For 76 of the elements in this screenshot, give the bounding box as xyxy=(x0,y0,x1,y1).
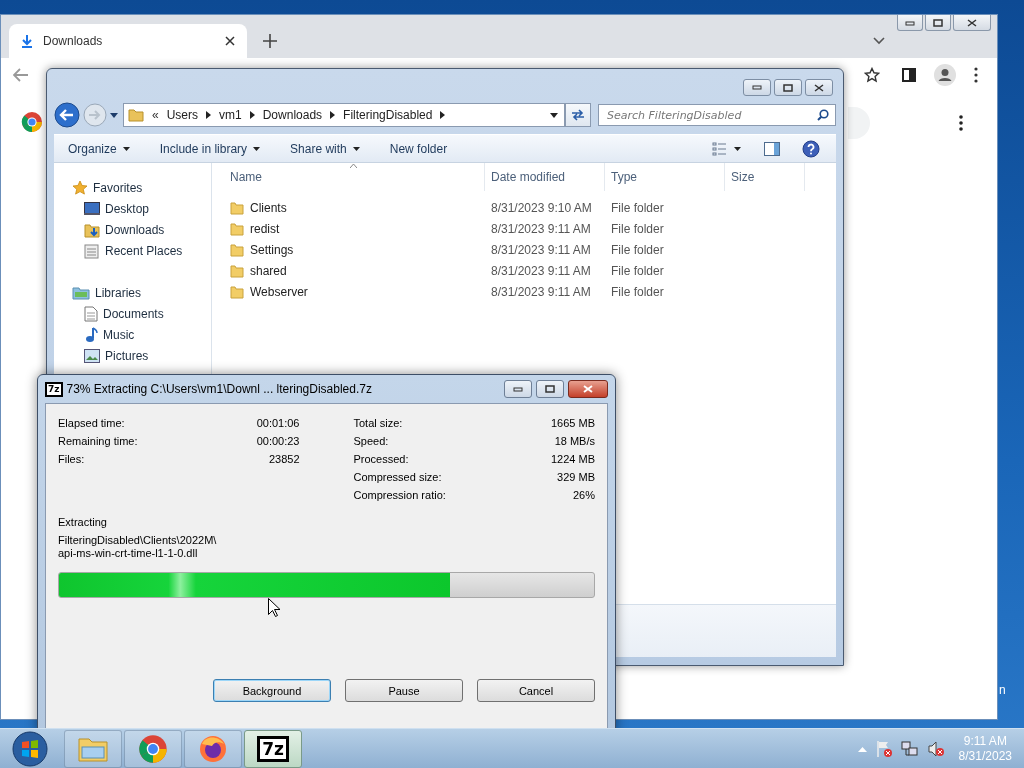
stat-label: Total size: xyxy=(353,416,403,430)
nav-item[interactable]: Downloads xyxy=(72,219,165,240)
file-path-line: FilteringDisabled\Clients\2022M\ xyxy=(58,534,217,547)
file-name[interactable]: redist xyxy=(250,221,280,236)
stat-label: Speed: xyxy=(353,434,389,448)
type-cell-text: File folder xyxy=(610,263,665,278)
nav-item-label: Music xyxy=(103,327,135,342)
column-header[interactable]: Name xyxy=(212,163,485,191)
nav-item-label: Pictures xyxy=(105,348,149,363)
breadcrumb-item[interactable]: FilteringDisabled xyxy=(343,108,433,122)
date-cell-text: 8/31/2023 9:10 AM xyxy=(490,200,593,215)
browser-tab[interactable]: Downloads xyxy=(9,24,247,58)
date-cell-text: 8/31/2023 9:11 AM xyxy=(490,284,592,299)
toolbar-button[interactable]: New folder xyxy=(385,139,452,158)
nav-item[interactable]: Pictures xyxy=(72,345,149,366)
address-bar[interactable]: « Users vm1 Downloads FilteringDisabled xyxy=(123,103,565,127)
nav-group-label: Libraries xyxy=(95,285,142,300)
column-header[interactable]: Size xyxy=(725,163,805,191)
breadcrumb-item[interactable]: Downloads xyxy=(262,108,323,122)
stat-value: 00:01:06 xyxy=(256,416,300,430)
tab-title: Downloads xyxy=(43,34,104,48)
nav-item[interactable]: Music xyxy=(72,324,135,345)
stat-value: 26% xyxy=(572,488,595,502)
nav-item[interactable]: Documents xyxy=(72,303,164,324)
stat-value: 00:00:23 xyxy=(256,434,300,448)
breadcrumb-item[interactable]: vm1 xyxy=(219,108,242,122)
dialog-button[interactable]: Cancel xyxy=(477,679,595,702)
file-name[interactable]: shared xyxy=(250,263,287,278)
status-label: Extracting xyxy=(58,516,107,528)
nav-item-label: Downloads xyxy=(105,222,165,237)
taskbar-button[interactable]: 7z xyxy=(244,729,302,768)
desktop-icon-label: n xyxy=(999,683,1006,697)
date-cell-text: 8/31/2023 9:11 AM xyxy=(490,221,592,236)
type-cell-text: File folder xyxy=(610,221,665,236)
type-cell-text: File folder xyxy=(610,200,665,215)
app-icon: 7z xyxy=(257,735,289,762)
dialog-button[interactable]: Background xyxy=(213,679,331,702)
window-title: 73% Extracting C:\Users\vm1\Downl ... lteringDisabled.7z xyxy=(66,382,372,396)
file-name[interactable]: Clients xyxy=(250,200,287,215)
nav-item[interactable]: Recent Places xyxy=(72,240,183,261)
nav-item-label: Documents xyxy=(103,306,164,321)
app-icon: 7z xyxy=(45,381,63,397)
stat-label: Remaining time: xyxy=(58,434,138,448)
nav-item-label: Recent Places xyxy=(105,243,183,258)
stat-label: Elapsed time: xyxy=(58,416,125,430)
file-name[interactable]: Webserver xyxy=(250,284,308,299)
nav-group-header[interactable]: Favorites xyxy=(72,177,143,198)
stat-label: Compressed size: xyxy=(353,470,442,484)
nav-group-header[interactable]: Libraries xyxy=(72,282,142,303)
search-input[interactable]: Search FilteringDisabled xyxy=(605,107,817,123)
toolbar-button[interactable]: Share with xyxy=(286,139,364,158)
column-header[interactable]: Date modified xyxy=(485,163,605,191)
nav-group-label: Favorites xyxy=(93,180,143,195)
file-path-line: api-ms-win-crt-time-l1-1-0.dll xyxy=(58,547,198,560)
stat-label: Files: xyxy=(58,452,85,466)
type-cell-text: File folder xyxy=(610,284,665,299)
stat-value: 1665 MB xyxy=(550,416,595,430)
nav-item-label: Desktop xyxy=(105,201,150,216)
breadcrumb-item[interactable]: Users xyxy=(166,108,199,122)
stat-value: 18 MB/s xyxy=(554,434,595,448)
date-cell-text: 8/31/2023 9:11 AM xyxy=(490,242,592,257)
toolbar-button[interactable]: Organize xyxy=(64,139,134,158)
search-field[interactable]: Search FilteringDisabled xyxy=(598,104,836,126)
stat-value: 23852 xyxy=(268,452,300,466)
stat-label: Compression ratio: xyxy=(353,488,446,502)
dialog-button[interactable]: Pause xyxy=(345,679,463,702)
type-cell-text: File folder xyxy=(610,242,665,257)
nav-item[interactable]: Desktop xyxy=(72,198,150,219)
date-cell-text: 8/31/2023 9:11 AM xyxy=(490,263,592,278)
stat-value: 329 MB xyxy=(557,470,595,484)
stat-label: Processed: xyxy=(353,452,409,466)
column-header[interactable]: Type xyxy=(605,163,725,191)
overflow-chevron[interactable]: « xyxy=(152,108,159,122)
toolbar-button[interactable]: Include in library xyxy=(155,139,265,158)
file-name[interactable]: Settings xyxy=(250,242,294,257)
stat-value: 1224 MB xyxy=(550,452,595,466)
